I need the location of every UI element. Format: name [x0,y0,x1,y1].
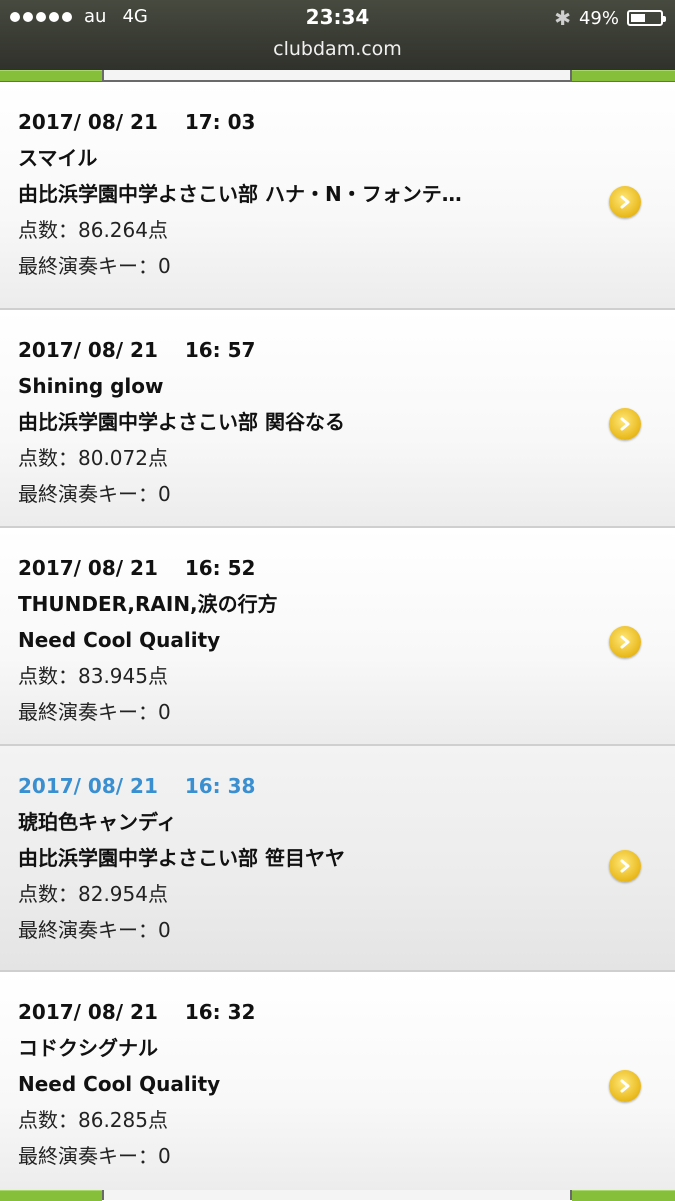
entry-key: 最終演奏キー：0 [18,254,171,278]
bottom-tab-active[interactable] [104,1190,570,1200]
tab-right[interactable] [572,70,675,81]
entry-title: THUNDER,RAIN,涙の行方 [18,592,278,616]
entry-score: 点数：83.945点 [18,664,168,688]
entry-artist: Need Cool Quality [18,628,221,652]
entry-title: Shining glow [18,374,164,398]
status-right: ✱ 49% [554,6,666,30]
entry-title: 琥珀色キャンディ [18,810,177,834]
entry-score: 点数：86.285点 [18,1108,168,1132]
list-item[interactable]: 2017/ 08/ 21 17: 03 スマイル 由比浜学園中学よさこい部 ハナ… [0,82,675,310]
bottom-tab-left[interactable] [0,1190,102,1201]
entry-datetime: 2017/ 08/ 21 16: 57 [18,338,256,362]
list-item[interactable]: 2017/ 08/ 21 16: 57 Shining glow 由比浜学園中学… [0,310,675,528]
tab-strip [0,70,675,82]
tab-left[interactable] [0,70,102,81]
entry-score: 点数：86.264点 [18,218,168,242]
tab-active[interactable] [104,70,570,80]
entry-key: 最終演奏キー：0 [18,1144,171,1168]
list-item[interactable]: 2017/ 08/ 21 16: 32 コドクシグナル Need Cool Qu… [0,972,675,1192]
entry-key: 最終演奏キー：0 [18,700,171,724]
entry-datetime: 2017/ 08/ 21 16: 38 [18,774,256,798]
entry-key: 最終演奏キー：0 [18,482,171,506]
entry-score: 点数：82.954点 [18,882,168,906]
chevron-right-circle-icon[interactable] [609,408,641,440]
entry-artist: 由比浜学園中学よさこい部 関谷なる [18,410,345,434]
entry-artist: 由比浜学園中学よさこい部 笹目ヤヤ [18,846,345,870]
battery-percent: 49% [578,7,619,29]
chevron-right-circle-icon[interactable] [609,186,641,218]
bottom-tab-strip [0,1190,675,1201]
entry-artist: 由比浜学園中学よさこい部 ハナ・N・フォンテ… [18,182,462,206]
entry-key: 最終演奏キー：0 [18,918,171,942]
entry-score: 点数：80.072点 [18,446,168,470]
address-bar-url[interactable]: clubdam.com [0,38,675,60]
entry-title: コドクシグナル [18,1036,158,1060]
chevron-right-circle-icon[interactable] [609,850,641,882]
chevron-right-circle-icon[interactable] [609,1070,641,1102]
list-item[interactable]: 2017/ 08/ 21 16: 38 琥珀色キャンディ 由比浜学園中学よさこい… [0,746,675,972]
battery-icon [627,10,666,26]
entry-datetime: 2017/ 08/ 21 16: 32 [18,1000,256,1024]
chevron-right-circle-icon[interactable] [609,626,641,658]
entry-title: スマイル [18,146,98,170]
entry-datetime: 2017/ 08/ 21 16: 52 [18,556,256,580]
entry-artist: Need Cool Quality [18,1072,221,1096]
entry-datetime: 2017/ 08/ 21 17: 03 [18,110,256,134]
history-list: 2017/ 08/ 21 17: 03 スマイル 由比浜学園中学よさこい部 ハナ… [0,82,675,1192]
bottom-tab-right[interactable] [572,1190,675,1201]
bluetooth-icon: ✱ [554,6,571,30]
list-item[interactable]: 2017/ 08/ 21 16: 52 THUNDER,RAIN,涙の行方 Ne… [0,528,675,746]
status-bar: au 4G 23:34 ✱ 49% clubdam.com [0,0,675,70]
